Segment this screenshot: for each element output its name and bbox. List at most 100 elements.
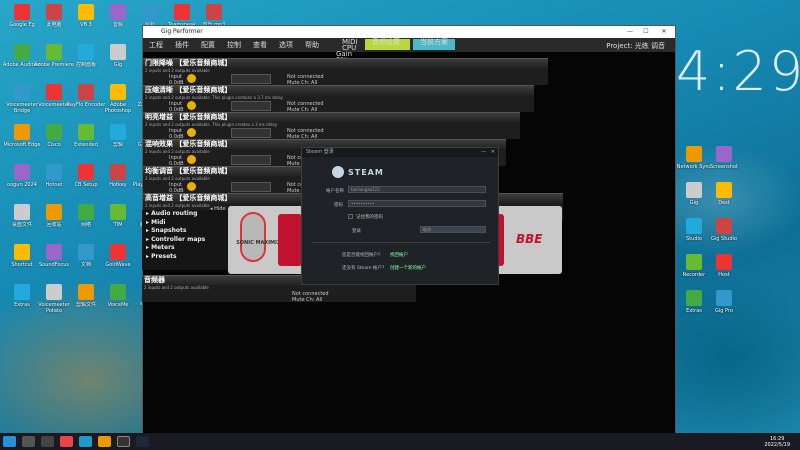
minimize-button[interactable]: —: [623, 26, 637, 38]
input-select[interactable]: [231, 101, 271, 111]
remember-checkbox[interactable]: [348, 214, 353, 219]
close-button[interactable]: ✕: [657, 26, 671, 38]
gain-knob[interactable]: [187, 128, 196, 137]
gain-knob[interactable]: [187, 182, 196, 191]
app-icon: [716, 182, 732, 198]
nav-midi[interactable]: ▸ Midi: [142, 219, 228, 228]
app-icon: [46, 4, 62, 20]
input-select[interactable]: [231, 155, 271, 165]
gain-knob[interactable]: [187, 155, 196, 164]
app-icon: [14, 164, 30, 180]
app-icon: [46, 284, 62, 300]
search-icon[interactable]: [22, 436, 35, 447]
app-icon: [46, 204, 62, 220]
steam-title-bar: Steam 登录 — ✕: [302, 148, 498, 157]
plugin-block[interactable]: 压缩清晰 【爱乐音频商城】 2 inputs and 2 outputs avai…: [143, 85, 534, 113]
app-icon: [110, 204, 126, 220]
desktop-icon[interactable]: Gig Pro: [704, 290, 744, 320]
nav-controller-maps[interactable]: ▸ Controller maps: [142, 236, 228, 245]
app-icon: [686, 290, 702, 306]
menu-config[interactable]: 配置: [201, 40, 215, 50]
plugin-name: 明亮增益 【爱乐音频商城】: [143, 113, 520, 122]
audio-meter[interactable]: 音频设置: [365, 39, 410, 50]
account-field[interactable]: taoliangao123: [348, 186, 486, 193]
app-icon: [174, 4, 190, 20]
input-select[interactable]: [231, 182, 271, 192]
app-icon: [686, 146, 702, 162]
cancel-button[interactable]: 取消: [420, 226, 486, 233]
plugin-name: 压缩清晰 【爱乐音频商城】: [143, 86, 534, 95]
desktop-icon[interactable]: Dest: [704, 182, 744, 212]
menu-control[interactable]: 控制: [227, 40, 241, 50]
app-icon: [14, 4, 30, 20]
menu-plugins[interactable]: 插件: [175, 40, 189, 50]
nav-meters[interactable]: ▸ Meters: [142, 244, 228, 253]
nav-snapshots[interactable]: ▸ Snapshots: [142, 227, 228, 236]
desktop-icon[interactable]: Host: [704, 254, 744, 284]
plugin-block[interactable]: 明亮增益 【爱乐音频商城】 2 inputs and 2 outputs avai…: [143, 112, 520, 140]
divider: [312, 242, 490, 243]
menu-help[interactable]: 帮助: [305, 40, 319, 50]
app-icon: [716, 290, 732, 306]
plugin-block[interactable]: 门限降噪 【爱乐音频商城】 2 inputs and 2 outputs avai…: [143, 58, 548, 86]
app-icon: [78, 124, 94, 140]
app-icon: [78, 204, 94, 220]
app-icon: [14, 44, 30, 60]
desktop-icon[interactable]: Gig Studio: [704, 218, 744, 248]
steam-close-button[interactable]: ✕: [491, 148, 495, 157]
app-icon: [78, 44, 94, 60]
app-icon: [14, 244, 30, 260]
steam-minimize-button[interactable]: —: [481, 148, 486, 157]
hide-button[interactable]: ◂ Hide: [210, 206, 226, 212]
app-icon: [78, 84, 94, 100]
app-icon: [110, 124, 126, 140]
app-icon: [46, 164, 62, 180]
input-select[interactable]: [231, 128, 271, 138]
app-icon: [78, 164, 94, 180]
steam-brand: STEAM: [348, 168, 384, 177]
start-button[interactable]: [3, 436, 16, 447]
app-icon: [716, 146, 732, 162]
edge-icon[interactable]: [79, 436, 92, 447]
menu-options[interactable]: 选项: [279, 40, 293, 50]
maximize-button[interactable]: ☐: [639, 26, 653, 38]
app-icon: [110, 284, 126, 300]
plugin-io-info: 2 inputs and 2 outputs available: [145, 68, 210, 73]
file-explorer-icon[interactable]: [98, 436, 111, 447]
steam-login-window: Steam 登录 — ✕ STEAM 帐户名称 taoliangao123 密码…: [301, 147, 499, 285]
gain-knob[interactable]: [187, 101, 196, 110]
taskbar: 16:29 2022/5/19: [0, 433, 800, 450]
app-icon: [46, 244, 62, 260]
nav-presets[interactable]: ▸ Presets: [142, 253, 228, 262]
menu-view[interactable]: 查看: [253, 40, 267, 50]
recover-account-link[interactable]: 找回帐户: [390, 252, 408, 258]
power-knob-panel[interactable]: [278, 214, 302, 266]
desktop-icon-label: Dest: [718, 200, 730, 206]
navigator-panel: ▸ Audio routing ▸ Midi ▸ Snapshots ▸ Con…: [142, 210, 228, 270]
plugin-name: 门限降噪 【爱乐音频商城】: [143, 59, 548, 68]
login-button[interactable]: 登录: [352, 228, 361, 234]
chrome-icon[interactable]: [60, 436, 73, 447]
plugin-io-info: 2 inputs and 2 outputs available. This p…: [145, 95, 284, 100]
app-icon: [716, 218, 732, 234]
app-icon: [686, 218, 702, 234]
midi-meter: MIDICPU Gain 3%: [335, 39, 365, 64]
app-icon: [142, 4, 158, 20]
desktop-icon[interactable]: Screenshot: [704, 146, 744, 176]
project-name: Project: 光练 调音: [606, 42, 665, 50]
password-field[interactable]: ••••••••••: [348, 200, 486, 207]
create-account-link[interactable]: 创建一个新的帐户: [390, 265, 426, 271]
app-icon: [110, 44, 126, 60]
app-icon: [78, 284, 94, 300]
task-view-icon[interactable]: [41, 436, 54, 447]
steam-icon[interactable]: [136, 436, 149, 447]
input-select[interactable]: [231, 74, 271, 84]
system-clock[interactable]: 16:29 2022/5/19: [764, 436, 800, 448]
gig-performer-icon[interactable]: [117, 436, 130, 447]
desktop-icon-label: Gig Pro: [715, 308, 733, 314]
gain-knob[interactable]: [187, 74, 196, 83]
menu-project[interactable]: 工程: [149, 40, 163, 50]
sonic-maximizer-plugin: SONIC MAXIMIZER: [228, 206, 308, 274]
app-icon: [46, 124, 62, 140]
scheme-meter[interactable]: 当前方案: [413, 39, 455, 50]
